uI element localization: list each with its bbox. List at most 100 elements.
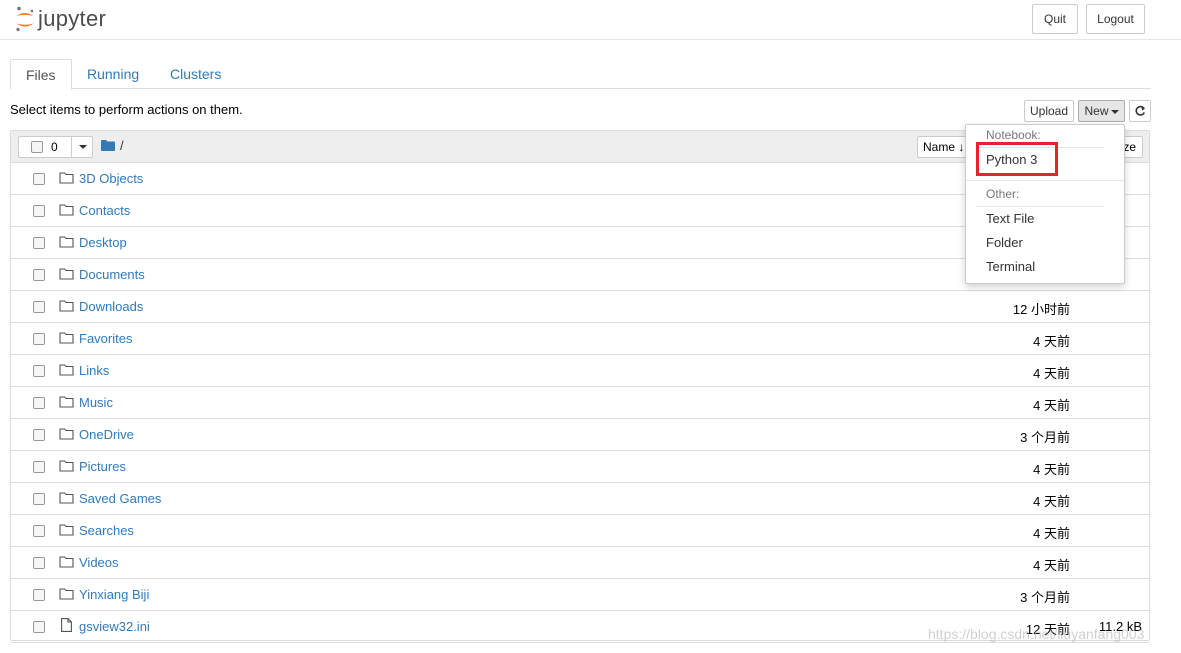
notebook-section-header: Notebook:	[986, 128, 1041, 142]
item-modified-time: 4 天前	[1033, 494, 1070, 509]
select-menu-caret-icon[interactable]	[79, 145, 87, 149]
item-name-link[interactable]: Music	[79, 395, 113, 410]
item-name-link[interactable]: Desktop	[79, 235, 127, 250]
table-row[interactable]: Downloads 12 小时前	[11, 291, 1149, 323]
table-row[interactable]: Videos 4 天前	[11, 547, 1149, 579]
caret-down-icon	[1110, 109, 1119, 114]
row-checkbox[interactable]	[33, 525, 45, 537]
folder-icon	[59, 299, 74, 315]
refresh-button[interactable]	[1129, 100, 1151, 122]
other-section-header: Other:	[986, 187, 1020, 201]
row-checkbox[interactable]	[33, 301, 45, 313]
folder-icon	[59, 171, 74, 187]
row-checkbox[interactable]	[33, 589, 45, 601]
row-checkbox[interactable]	[33, 493, 45, 505]
item-name-link[interactable]: Saved Games	[79, 491, 161, 506]
selected-count: 0	[51, 140, 58, 154]
arrow-down-icon: ↓	[958, 140, 965, 154]
breadcrumb[interactable]: /	[101, 138, 124, 153]
item-modified-time: 4 天前	[1033, 558, 1070, 573]
divider	[966, 180, 1124, 181]
tab-files[interactable]: Files	[10, 59, 72, 90]
tab-clusters[interactable]: Clusters	[155, 59, 236, 89]
item-modified-time: 3 个月前	[1020, 590, 1070, 605]
folder-icon	[59, 459, 74, 475]
folder-icon	[59, 331, 74, 347]
watermark: https://blog.csdn.net/liuyanfang003	[928, 626, 1145, 642]
folder-icon	[59, 491, 74, 507]
sort-name-label: Name	[923, 140, 956, 154]
menu-item-text-file[interactable]: Text File	[986, 211, 1034, 226]
item-name-link[interactable]: Downloads	[79, 299, 143, 314]
select-all-group[interactable]: 0	[18, 136, 93, 158]
table-row[interactable]: Pictures 4 天前	[11, 451, 1149, 483]
row-checkbox[interactable]	[33, 621, 45, 633]
item-modified-time: 4 天前	[1033, 526, 1070, 541]
new-button-label: New	[1084, 104, 1109, 118]
row-checkbox[interactable]	[33, 365, 45, 377]
table-row[interactable]: Favorites 4 天前	[11, 323, 1149, 355]
row-checkbox[interactable]	[33, 205, 45, 217]
new-button[interactable]: New	[1078, 100, 1125, 122]
item-modified-time: 4 天前	[1033, 462, 1070, 477]
item-name-link[interactable]: gsview32.ini	[79, 619, 150, 634]
row-checkbox[interactable]	[33, 557, 45, 569]
item-name-link[interactable]: OneDrive	[79, 427, 134, 442]
item-name-link[interactable]: Documents	[79, 267, 145, 282]
item-name-link[interactable]: Pictures	[79, 459, 126, 474]
item-name-link[interactable]: Searches	[79, 523, 134, 538]
item-name-link[interactable]: Favorites	[79, 331, 132, 346]
table-row[interactable]: Searches 4 天前	[11, 515, 1149, 547]
table-row[interactable]: Links 4 天前	[11, 355, 1149, 387]
folder-icon	[101, 140, 115, 151]
folder-icon	[59, 235, 74, 251]
row-checkbox[interactable]	[33, 173, 45, 185]
select-all-checkbox[interactable]	[31, 141, 43, 153]
item-modified-time: 4 天前	[1033, 398, 1070, 413]
item-modified-time: 12 小时前	[1012, 302, 1070, 317]
folder-icon	[59, 523, 74, 539]
item-modified-time: 4 天前	[1033, 366, 1070, 381]
folder-icon	[59, 555, 74, 571]
row-checkbox[interactable]	[33, 397, 45, 409]
table-row[interactable]: Saved Games 4 天前	[11, 483, 1149, 515]
highlight-box	[976, 142, 1058, 176]
menu-item-terminal[interactable]: Terminal	[986, 259, 1035, 274]
folder-icon	[59, 203, 74, 219]
item-modified-time: 3 个月前	[1020, 430, 1070, 445]
selection-info-text: Select items to perform actions on them.	[10, 102, 243, 117]
row-checkbox[interactable]	[33, 333, 45, 345]
upload-button[interactable]: Upload	[1024, 100, 1074, 122]
breadcrumb-root[interactable]: /	[120, 138, 124, 153]
folder-icon	[59, 395, 74, 411]
refresh-icon	[1135, 105, 1146, 116]
table-row[interactable]: Yinxiang Biji 3 个月前	[11, 579, 1149, 611]
row-checkbox[interactable]	[33, 461, 45, 473]
row-checkbox[interactable]	[33, 269, 45, 281]
row-checkbox[interactable]	[33, 237, 45, 249]
folder-icon	[59, 267, 74, 283]
item-name-link[interactable]: Links	[79, 363, 109, 378]
divider	[976, 206, 1104, 207]
logout-button[interactable]: Logout	[1086, 4, 1145, 34]
folder-icon	[59, 587, 74, 603]
jupyter-logo[interactable]: jupyter	[14, 4, 106, 34]
divider	[71, 137, 72, 157]
folder-icon	[59, 363, 74, 379]
table-row[interactable]: Music 4 天前	[11, 387, 1149, 419]
quit-button[interactable]: Quit	[1032, 4, 1078, 34]
header: jupyter Quit Logout	[0, 0, 1181, 40]
tab-bar: Files Running Clusters	[10, 59, 1151, 90]
item-modified-time: 4 天前	[1033, 334, 1070, 349]
folder-icon	[59, 427, 74, 443]
jupyter-logo-icon	[16, 6, 34, 32]
menu-item-folder[interactable]: Folder	[986, 235, 1023, 250]
item-name-link[interactable]: Yinxiang Biji	[79, 587, 149, 602]
tab-running[interactable]: Running	[72, 59, 154, 89]
table-row[interactable]: OneDrive 3 个月前	[11, 419, 1149, 451]
item-name-link[interactable]: Videos	[79, 555, 119, 570]
row-checkbox[interactable]	[33, 429, 45, 441]
item-name-link[interactable]: Contacts	[79, 203, 130, 218]
app-name: jupyter	[38, 6, 107, 31]
item-name-link[interactable]: 3D Objects	[79, 171, 143, 186]
